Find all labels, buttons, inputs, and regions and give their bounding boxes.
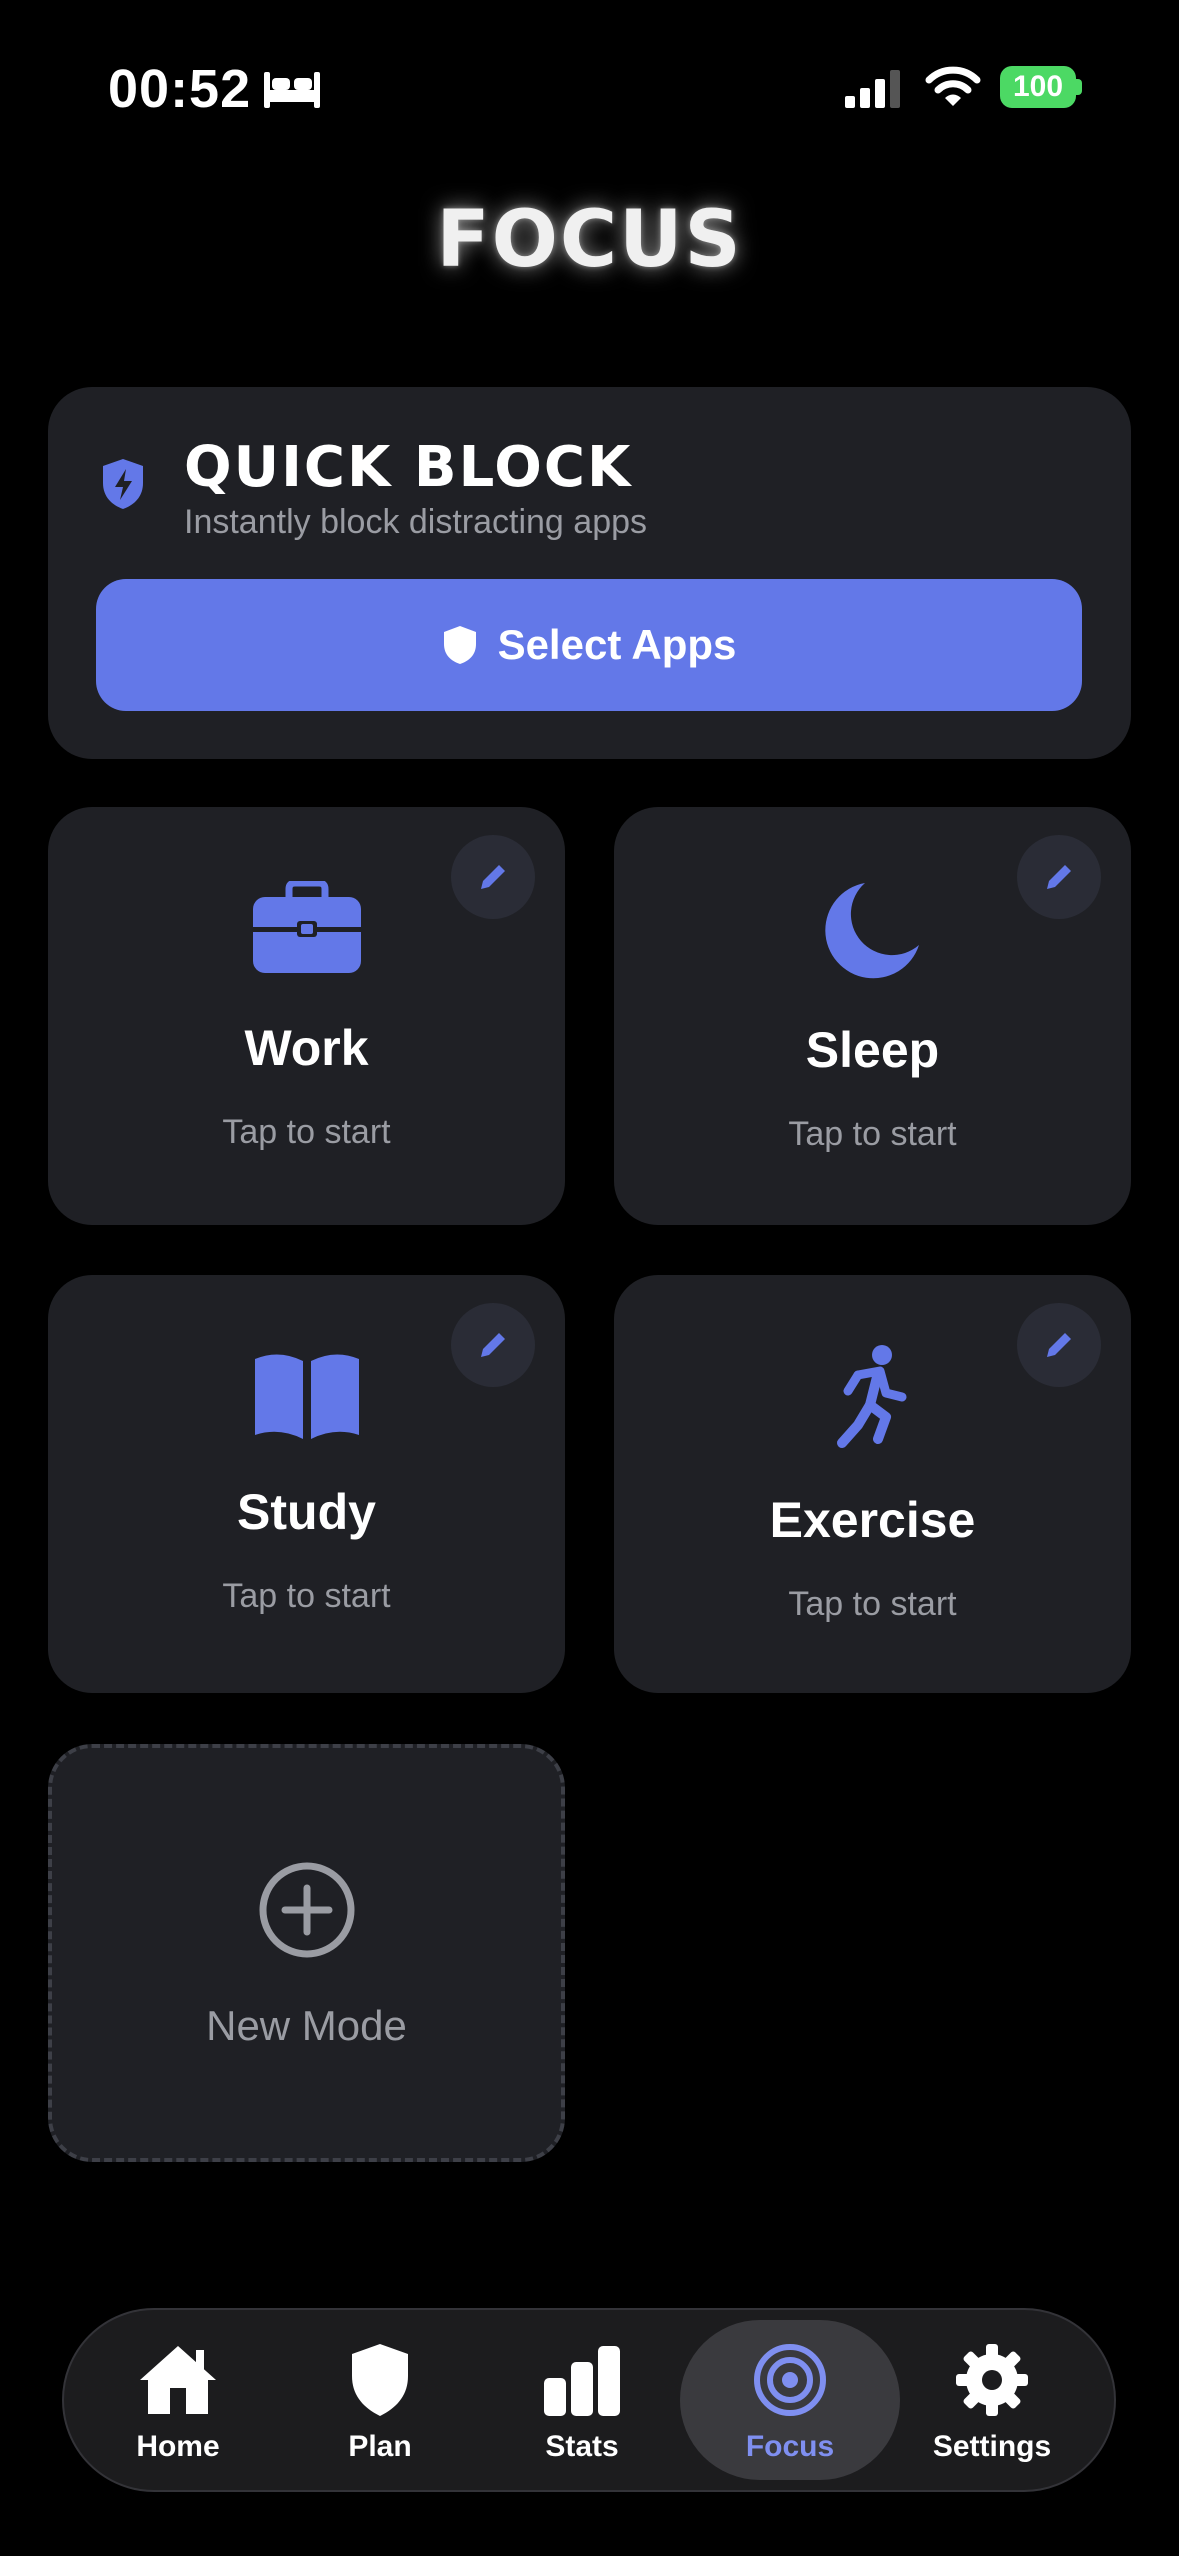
- bed-icon: [264, 72, 320, 108]
- tab-plan[interactable]: Plan: [270, 2320, 490, 2480]
- mode-subtitle: Tap to start: [222, 1113, 391, 1151]
- tab-label: Focus: [745, 2430, 835, 2463]
- wifi-icon: [925, 66, 981, 106]
- tab-stats[interactable]: Stats: [472, 2320, 692, 2480]
- battery-level: 100: [1000, 66, 1076, 108]
- mode-subtitle: Tap to start: [788, 1585, 957, 1623]
- tab-label: Stats: [545, 2430, 619, 2463]
- mode-name: Sleep: [805, 1022, 940, 1078]
- quick-block-title: QUICK BLOCK: [184, 435, 633, 500]
- mode-card-work[interactable]: Work Tap to start: [48, 807, 565, 1225]
- status-bar: 00:52 100: [0, 50, 1179, 130]
- book-icon: [254, 1354, 359, 1439]
- mode-icon-wrap: [48, 881, 565, 975]
- running-icon: [836, 1345, 906, 1448]
- shield-bolt-icon: [103, 459, 143, 509]
- status-time: 00:52: [108, 59, 252, 119]
- mode-icon-wrap: [614, 1343, 1131, 1451]
- tab-label: Home: [136, 2430, 220, 2463]
- tab-focus[interactable]: Focus: [680, 2320, 900, 2480]
- tab-home[interactable]: Home: [68, 2320, 288, 2480]
- mode-name: Work: [244, 1020, 369, 1076]
- tab-label: Settings: [932, 2430, 1052, 2463]
- mode-subtitle: Tap to start: [788, 1115, 957, 1153]
- briefcase-icon: [252, 881, 361, 973]
- cellular-signal-icon: [845, 70, 900, 108]
- mode-icon-wrap: [48, 1351, 565, 1441]
- mode-name: Study: [237, 1484, 376, 1540]
- select-apps-label: Select Apps: [497, 621, 737, 668]
- mode-subtitle: Tap to start: [222, 1577, 391, 1615]
- quick-block-card: QUICK BLOCK Instantly block distracting …: [48, 387, 1131, 759]
- new-mode-label: New Mode: [206, 2002, 407, 2049]
- focus-screen: 00:52 100 FOCUS QUICK BLOCK Instantly bl…: [0, 0, 1179, 2556]
- mode-icon-wrap: [614, 879, 1131, 979]
- quick-block-subtitle: Instantly block distracting apps: [184, 503, 648, 541]
- mode-name: Exercise: [769, 1492, 976, 1548]
- shield-icon: [443, 626, 476, 664]
- mode-card-sleep[interactable]: Sleep Tap to start: [614, 807, 1131, 1225]
- shield-icon: [352, 2344, 408, 2416]
- mode-card-study[interactable]: Study Tap to start: [48, 1275, 565, 1693]
- target-icon: [754, 2344, 826, 2416]
- battery-tip: [1076, 79, 1082, 95]
- bar-chart-icon: [544, 2346, 620, 2416]
- battery-indicator: 100: [1000, 66, 1082, 108]
- house-icon: [140, 2346, 216, 2414]
- tab-bar: Home Plan Stats Focus Settings: [62, 2308, 1116, 2492]
- plus-circle-icon: [259, 1862, 355, 1958]
- gear-icon: [956, 2344, 1028, 2416]
- page-title: FOCUS: [436, 195, 743, 285]
- tab-label: Plan: [348, 2430, 412, 2463]
- mode-card-exercise[interactable]: Exercise Tap to start: [614, 1275, 1131, 1693]
- new-mode-card[interactable]: New Mode: [48, 1744, 565, 2162]
- select-apps-button[interactable]: Select Apps: [96, 579, 1082, 711]
- moon-icon: [824, 883, 919, 979]
- tab-settings[interactable]: Settings: [882, 2320, 1102, 2480]
